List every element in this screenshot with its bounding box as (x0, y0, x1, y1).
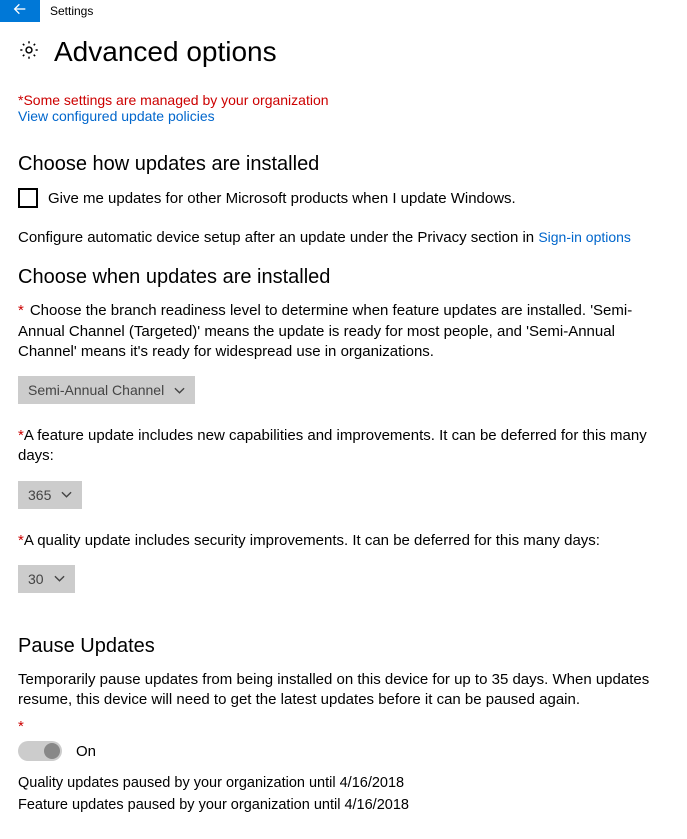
back-button[interactable] (0, 0, 40, 22)
configure-device-setup-text: Configure automatic device setup after a… (18, 228, 669, 248)
chevron-down-icon (61, 489, 72, 500)
gear-icon (18, 39, 40, 65)
quality-paused-line: Quality updates paused by your organizat… (18, 775, 669, 791)
back-arrow-icon (12, 1, 28, 21)
quality-defer-days-value: 30 (28, 571, 44, 587)
pause-description: Temporarily pause updates from being ins… (18, 670, 669, 711)
section-when-installed-title: Choose when updates are installed (18, 266, 669, 289)
quality-defer-days-dropdown[interactable]: 30 (18, 565, 75, 593)
view-configured-policies-link[interactable]: View configured update policies (18, 108, 215, 124)
titlebar: Settings (0, 0, 687, 22)
chevron-down-icon (174, 385, 185, 396)
pause-toggle-label: On (76, 743, 96, 760)
feature-defer-days-value: 365 (28, 487, 51, 503)
managed-notice: *Some settings are managed by your organ… (18, 92, 669, 108)
page-header: Advanced options (18, 36, 669, 68)
other-products-checkbox[interactable] (18, 188, 38, 208)
app-name: Settings (40, 4, 93, 18)
sign-in-options-link[interactable]: Sign-in options (538, 229, 631, 245)
branch-readiness-text: *Choose the branch readiness level to de… (18, 301, 669, 362)
pause-toggle[interactable] (18, 741, 62, 761)
other-products-label: Give me updates for other Microsoft prod… (48, 190, 516, 207)
other-products-checkbox-row: Give me updates for other Microsoft prod… (18, 188, 669, 208)
feature-defer-days-dropdown[interactable]: 365 (18, 481, 82, 509)
chevron-down-icon (54, 573, 65, 584)
feature-update-text: *A feature update includes new capabilit… (18, 426, 669, 467)
section-how-installed-title: Choose how updates are installed (18, 153, 669, 176)
page-title: Advanced options (54, 36, 277, 68)
pause-toggle-group: * On (18, 718, 669, 761)
quality-update-text: *A quality update includes security impr… (18, 531, 669, 551)
toggle-knob (44, 743, 60, 759)
branch-readiness-value: Semi-Annual Channel (28, 382, 164, 398)
branch-readiness-dropdown[interactable]: Semi-Annual Channel (18, 376, 195, 404)
feature-paused-line: Feature updates paused by your organizat… (18, 797, 669, 813)
section-pause-title: Pause Updates (18, 635, 669, 658)
